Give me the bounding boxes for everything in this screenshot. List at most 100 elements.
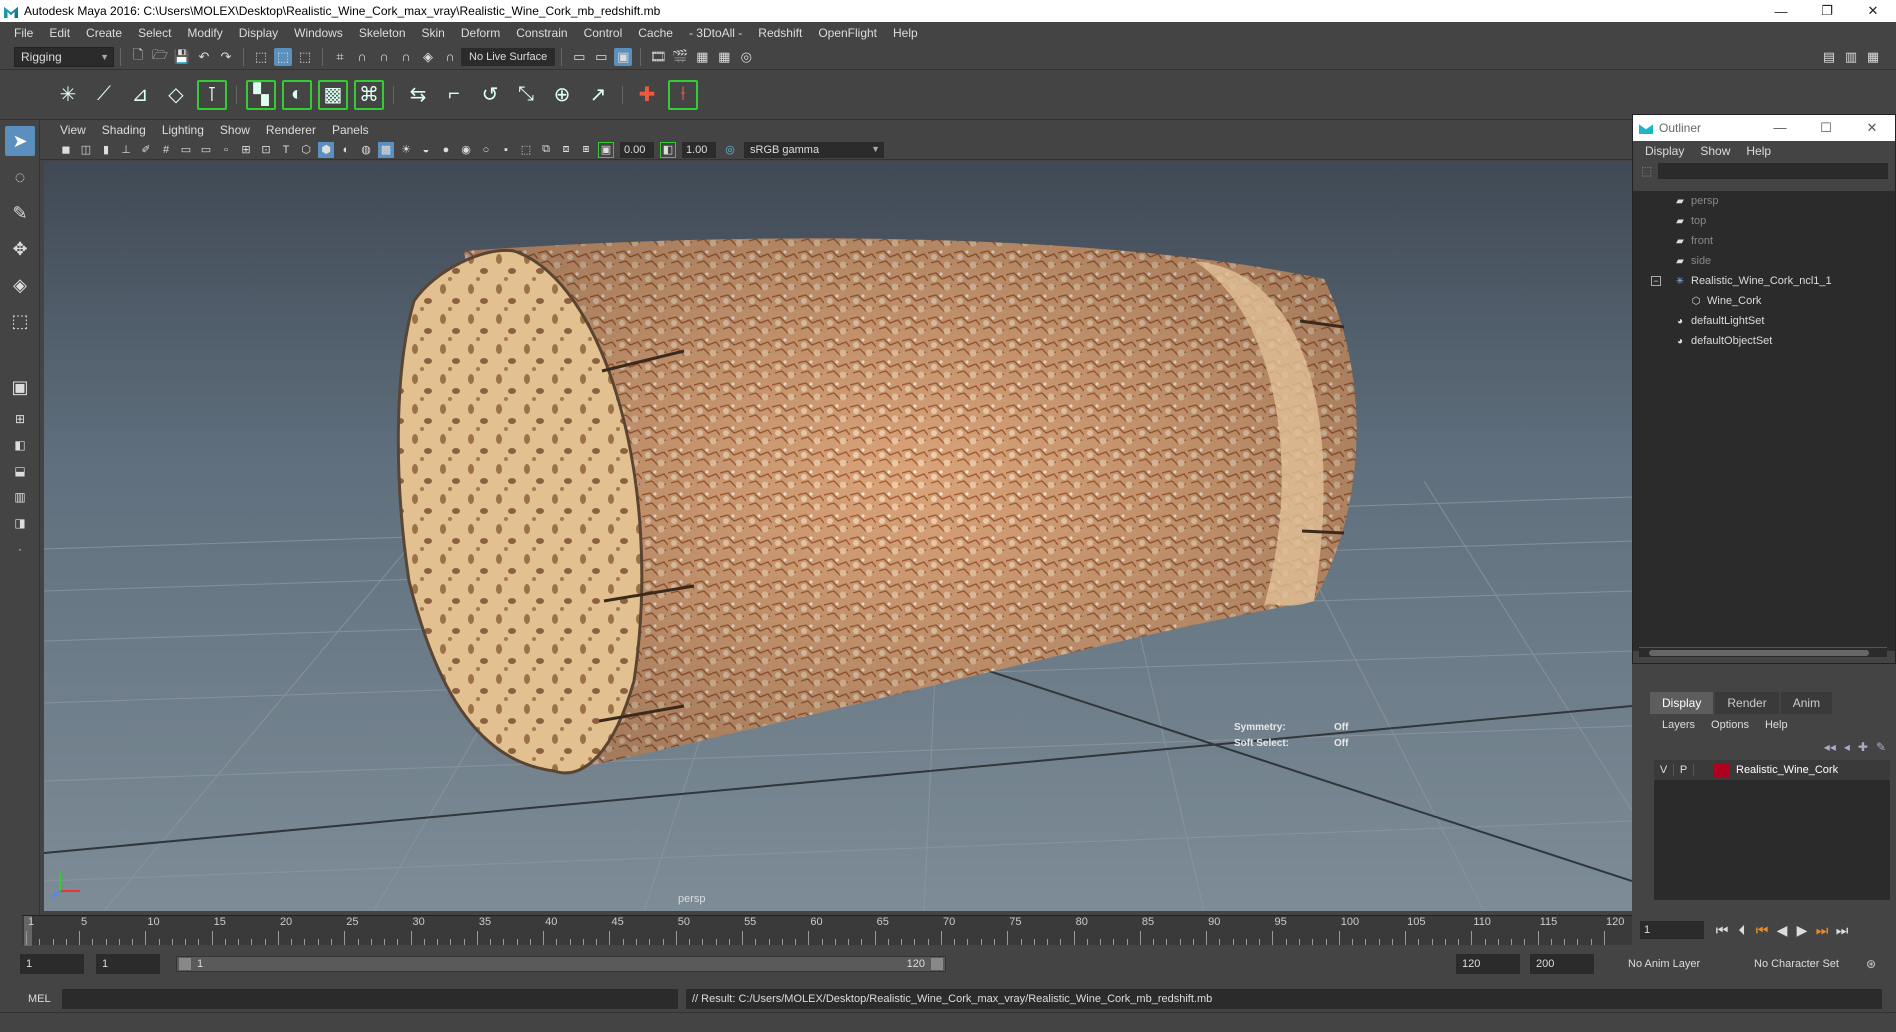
layer-playback-toggle[interactable]: P <box>1674 764 1694 776</box>
locator-icon[interactable]: ✚ <box>632 80 662 110</box>
menu-set-dropdown[interactable]: Rigging ▼ <box>14 46 114 67</box>
input-ops-icon[interactable]: ▭ <box>570 48 588 66</box>
new-scene-icon[interactable]: 🗋 <box>129 47 147 66</box>
viewport-menu-lighting[interactable]: Lighting <box>154 123 212 137</box>
range-slider-bar[interactable]: 1 120 <box>176 956 946 972</box>
rotate-tool-icon[interactable]: ◈ <box>5 270 35 300</box>
play-backwards-icon[interactable]: ◀ <box>1772 922 1792 939</box>
snap-grid-icon[interactable]: ⌗ <box>331 48 349 66</box>
range-start-handle[interactable] <box>179 958 191 970</box>
command-input[interactable] <box>62 989 678 1009</box>
field-chart-icon[interactable]: ⊞ <box>238 142 254 158</box>
insert-joint-icon[interactable]: ◇ <box>161 80 191 110</box>
joint-tool-icon[interactable]: ✳ <box>53 80 83 110</box>
redo-icon[interactable]: ↷ <box>217 48 235 66</box>
isolate-select-icon[interactable]: ⬚ <box>518 142 534 158</box>
outliner-item[interactable]: ▰ side <box>1633 251 1895 271</box>
tab-display[interactable]: Display <box>1650 692 1714 714</box>
outliner-item[interactable]: ⬡ Wine_Cork <box>1633 291 1895 311</box>
anim-layer-dropdown[interactable]: No Anim Layer <box>1622 954 1738 974</box>
snap-point-icon[interactable]: ∩ <box>375 48 393 66</box>
playback-end-field[interactable]: 120 <box>1456 954 1520 974</box>
tab-render[interactable]: Render <box>1715 692 1779 714</box>
persp-node-layout-icon[interactable]: ◨ <box>5 512 35 534</box>
play-forwards-icon[interactable]: ▶ <box>1792 922 1812 939</box>
save-scene-icon[interactable]: 💾 <box>173 48 191 66</box>
outliner-maximize-button[interactable]: ☐ <box>1803 120 1849 136</box>
menu-constrain[interactable]: Constrain <box>508 26 575 40</box>
render-view-icon[interactable]: 🎞 <box>649 48 667 66</box>
view-transform-dropdown[interactable]: sRGB gamma ▼ <box>744 141 884 158</box>
render-settings-icon[interactable]: ▦ <box>715 48 733 66</box>
bind-skin-icon[interactable]: ▚ <box>246 79 276 110</box>
snap-view-icon[interactable]: ∩ <box>397 48 415 66</box>
persp-outliner-layout-icon[interactable]: ◧ <box>5 434 35 456</box>
ambient-occlusion-icon[interactable]: ● <box>438 142 454 158</box>
menu-cache[interactable]: Cache <box>630 26 681 40</box>
orient-constraint-icon[interactable]: ↺ <box>475 80 505 110</box>
color-management-icon[interactable]: ◎ <box>722 142 738 158</box>
menu-help[interactable]: Help <box>885 26 926 40</box>
perspective-viewport[interactable]: persp Symmetry: Off Soft Select: Off <box>44 161 1632 911</box>
exposure-icon[interactable]: ▣ <box>598 141 614 158</box>
aim-constraint-icon[interactable]: ⊕ <box>547 80 577 110</box>
anti-aliasing-icon[interactable]: ○ <box>478 142 494 158</box>
outliner-menu-display[interactable]: Display <box>1637 144 1692 158</box>
render-frame-icon[interactable]: 🎬 <box>671 48 689 66</box>
gamma-icon[interactable]: ◧ <box>660 141 676 158</box>
hypershade-layout-icon[interactable]: ▥ <box>5 486 35 508</box>
menu-skeleton[interactable]: Skeleton <box>351 26 414 40</box>
outliner-search-input[interactable] <box>1658 163 1889 179</box>
channel-box-icon[interactable]: ▦ <box>1864 48 1882 66</box>
shadows-icon[interactable]: ◒ <box>418 142 434 158</box>
script-language-toggle[interactable]: MEL <box>0 993 62 1005</box>
select-camera-icon[interactable]: ◼ <box>58 142 74 158</box>
single-perspective-icon[interactable]: ▣ <box>5 372 35 402</box>
gate-mask-icon[interactable]: ▫ <box>218 142 234 158</box>
layer-color-swatch[interactable] <box>1714 763 1730 777</box>
snap-curve-icon[interactable]: ∩ <box>353 48 371 66</box>
workspace-icon[interactable]: ▤ <box>1820 48 1838 66</box>
persp-graph-layout-icon[interactable]: ⬓ <box>5 460 35 482</box>
menu-redshift[interactable]: Redshift <box>750 26 810 40</box>
playback-start-field[interactable]: 1 <box>96 954 160 974</box>
filter-icon[interactable]: ⬚ <box>1641 164 1652 178</box>
wine-cork-mesh[interactable] <box>396 238 1357 775</box>
menu-create[interactable]: Create <box>78 26 130 40</box>
new-layer-icon[interactable]: ✚ <box>1858 740 1868 754</box>
textured-icon[interactable]: ▩ <box>378 141 394 158</box>
xray-components-icon[interactable]: ⧆ <box>578 142 594 158</box>
depth-of-field-icon[interactable]: ▪ <box>498 142 514 158</box>
move-layer-down-icon[interactable]: ◂ <box>1844 740 1850 754</box>
menu-display[interactable]: Display <box>231 26 286 40</box>
go-to-start-icon[interactable]: ⏮ <box>1712 922 1732 939</box>
viewport-menu-show[interactable]: Show <box>212 123 258 137</box>
menu-control[interactable]: Control <box>576 26 631 40</box>
outliner-menu-help[interactable]: Help <box>1738 144 1779 158</box>
scrollbar-thumb[interactable] <box>1649 650 1869 656</box>
xray-joints-icon[interactable]: ⧈ <box>558 142 574 158</box>
outliner-menu-show[interactable]: Show <box>1692 144 1738 158</box>
range-end-handle[interactable] <box>931 958 943 970</box>
pole-vector-icon[interactable]: ↗ <box>583 80 613 110</box>
smooth-shade-icon[interactable]: ⬢ <box>318 141 334 158</box>
move-tool-icon[interactable]: ✥ <box>5 234 35 264</box>
parent-constraint-icon[interactable]: ⇆ <box>403 80 433 110</box>
resolution-gate-icon[interactable]: ▭ <box>198 142 214 158</box>
tab-anim[interactable]: Anim <box>1780 692 1833 714</box>
select-tool-icon[interactable]: ➤ <box>5 126 35 156</box>
use-all-lights-icon[interactable]: ☀ <box>398 142 414 158</box>
viewport-menu-shading[interactable]: Shading <box>94 123 154 137</box>
step-back-key-icon[interactable]: ⏮ <box>1752 922 1772 939</box>
undo-icon[interactable]: ↶ <box>195 48 213 66</box>
bookmark-icon[interactable]: ▮ <box>98 142 114 158</box>
time-slider[interactable]: 1 5 10 15 20 25 30 35 40 45 50 55 60 65 70 75 80 85 90 95 10… <box>22 915 1632 946</box>
dot-icon[interactable]: · <box>5 538 35 560</box>
wireframe-on-shaded-icon[interactable]: ◍ <box>358 142 374 158</box>
menu-edit[interactable]: Edit <box>41 26 78 40</box>
step-forward-key-icon[interactable]: ⏭ <box>1812 922 1832 939</box>
outliner-item[interactable]: ◕ defaultObjectSet <box>1633 331 1895 351</box>
ik-spline-icon[interactable]: ⊿ <box>125 80 155 110</box>
collapse-toggle-icon[interactable]: − <box>1651 276 1661 286</box>
xray-icon[interactable]: ⧉ <box>538 142 554 158</box>
